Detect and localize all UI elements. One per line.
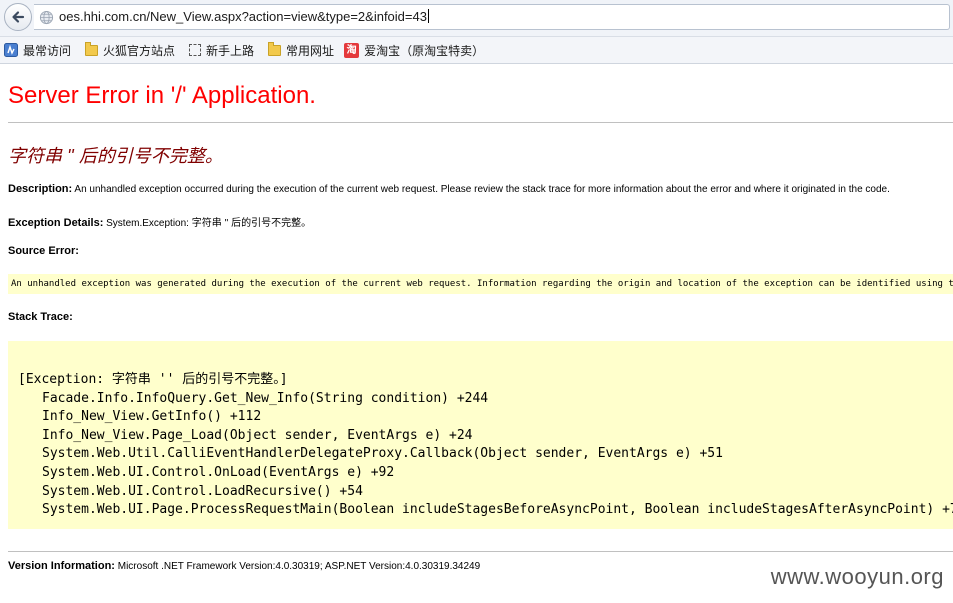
- stack-trace-lines: [Exception: 字符串 '' 后的引号不完整。] Facade.Info…: [18, 371, 953, 520]
- exception-details-label: Exception Details:: [8, 217, 104, 229]
- dashed-box-icon: [189, 44, 202, 56]
- address-bar[interactable]: oes.hhi.com.cn/New_View.aspx?action=view…: [34, 4, 950, 30]
- version-text: Microsoft .NET Framework Version:4.0.303…: [114, 561, 481, 572]
- exception-message: 字符串 '' 后的引号不完整。: [8, 146, 223, 166]
- bookmark-label: 爱淘宝（原淘宝特卖）: [364, 43, 485, 58]
- bookmark-label: 最常访问: [23, 43, 72, 58]
- stack-trace-line: System.Web.UI.Control.LoadRecursive() +5…: [42, 483, 363, 499]
- stack-trace-line: Info_New_View.Page_Load(Object sender, E…: [42, 427, 473, 443]
- exception-details-line: Exception Details: System.Exception: 字符串…: [8, 214, 311, 229]
- description-line: Description: An unhandled exception occu…: [8, 183, 890, 195]
- url-input[interactable]: oes.hhi.com.cn/New_View.aspx?action=view…: [59, 9, 429, 24]
- divider: [8, 122, 953, 123]
- browser-nav-bar: oes.hhi.com.cn/New_View.aspx?action=view…: [0, 0, 953, 37]
- bookmark-most-visited[interactable]: 最常访问: [4, 42, 71, 59]
- version-information-line: Version Information: Microsoft .NET Fram…: [8, 560, 480, 572]
- bookmarks-toolbar: 最常访问 火狐官方站点 新手上路 常用网址 淘 爱淘宝（原淘宝特卖）: [0, 37, 953, 64]
- folder-icon: [85, 41, 99, 56]
- taobao-icon: 淘: [344, 42, 360, 58]
- stack-trace-line: System.Web.UI.Page.ProcessRequestMain(Bo…: [42, 502, 953, 518]
- divider: [8, 551, 953, 552]
- stack-trace-line: Facade.Info.InfoQuery.Get_New_Info(Strin…: [42, 390, 489, 406]
- stack-trace-line: System.Web.UI.Control.OnLoad(EventArgs e…: [42, 464, 395, 480]
- bookmark-firefox-official[interactable]: 火狐官方站点: [85, 41, 176, 59]
- stack-trace-line: Info_New_View.GetInfo() +112: [42, 409, 262, 425]
- stack-trace-line: System.Web.Util.CalliEventHandlerDelegat…: [42, 446, 723, 462]
- bookmark-label: 常用网址: [286, 43, 335, 58]
- back-button[interactable]: [4, 3, 32, 31]
- folder-icon: [268, 41, 282, 56]
- bookmark-getting-started[interactable]: 新手上路: [189, 42, 254, 59]
- page-content: Server Error in '/' Application. 字符串 '' …: [0, 64, 953, 603]
- page-title: Server Error in '/' Application.: [8, 82, 316, 109]
- version-label: Version Information:: [8, 560, 115, 572]
- most-visited-icon: [4, 43, 18, 57]
- stack-trace-line: [Exception: 字符串 '' 后的引号不完整。]: [18, 372, 288, 387]
- stack-trace-box: [Exception: 字符串 '' 后的引号不完整。] Facade.Info…: [8, 341, 953, 529]
- bookmark-label: 新手上路: [206, 43, 255, 58]
- watermark: www.wooyun.org: [770, 564, 944, 589]
- source-error-box: An unhandled exception was generated dur…: [8, 274, 953, 294]
- text-caret: [427, 9, 429, 23]
- bookmark-label: 火狐官方站点: [103, 43, 176, 58]
- exception-details-text: System.Exception: 字符串 '' 后的引号不完整。: [103, 218, 312, 229]
- bookmark-ai-taobao[interactable]: 淘 爱淘宝（原淘宝特卖）: [344, 42, 484, 59]
- globe-icon: [39, 10, 54, 25]
- stack-trace-heading: Stack Trace:: [8, 311, 73, 323]
- description-text: An unhandled exception occurred during t…: [72, 184, 890, 195]
- source-error-text: An unhandled exception was generated dur…: [11, 279, 953, 289]
- back-arrow-icon: [12, 11, 25, 23]
- bookmark-common-sites[interactable]: 常用网址: [268, 41, 335, 59]
- source-error-heading: Source Error:: [8, 245, 79, 257]
- description-label: Description:: [8, 183, 73, 195]
